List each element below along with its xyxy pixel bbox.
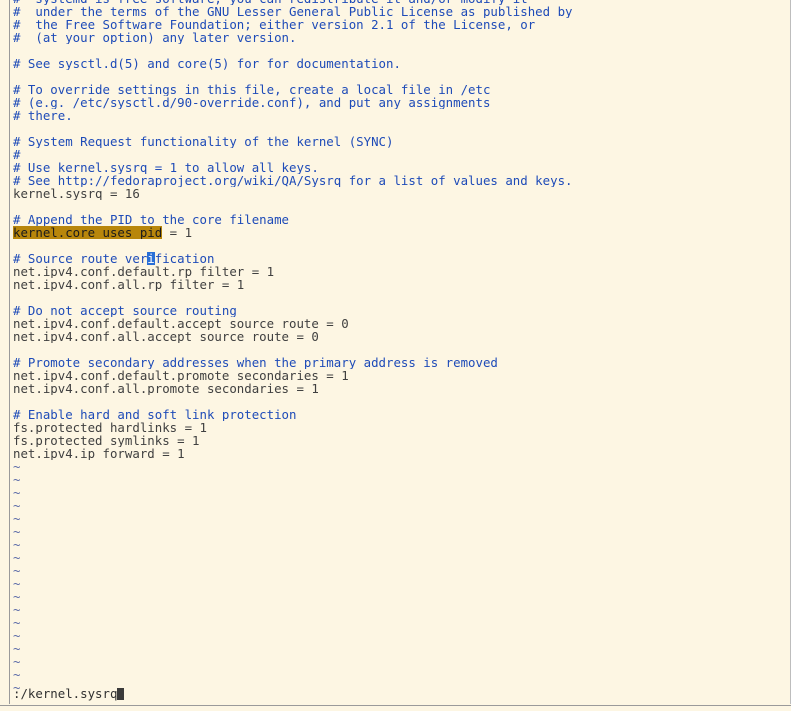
- vim-editor-buffer[interactable]: # systemd is free software; you can redi…: [13, 0, 788, 694]
- empty-buffer-tilde: ~: [13, 499, 21, 512]
- empty-buffer-tilde: ~: [13, 603, 21, 616]
- config-line[interactable]: net.ipv4.conf.default.promote_secondarie…: [13, 369, 788, 382]
- comment-line[interactable]: # there.: [13, 109, 788, 122]
- blank-line[interactable]: [13, 291, 788, 304]
- empty-buffer-tilde: ~: [13, 525, 21, 538]
- text-after-cursor: fication: [154, 252, 215, 265]
- comment-line[interactable]: # See sysctl.d(5) and core(5) for for do…: [13, 57, 788, 70]
- config-line[interactable]: kernel.sysrq = 16: [13, 187, 788, 200]
- comment-line[interactable]: # Do not accept source routing: [13, 304, 788, 317]
- comment-line[interactable]: # See http://fedoraproject.org/wiki/QA/S…: [13, 174, 788, 187]
- empty-buffer-tilde: ~: [13, 538, 21, 551]
- blank-line[interactable]: [13, 343, 788, 356]
- comment-line[interactable]: # To override settings in this file, cre…: [13, 83, 788, 96]
- empty-buffer-tilde: ~: [13, 577, 21, 590]
- config-line[interactable]: fs.protected_hardlinks = 1: [13, 421, 788, 434]
- command-text: :/kernel.sysrq: [13, 686, 118, 701]
- config-line[interactable]: net.ipv4.conf.all.promote_secondaries = …: [13, 382, 788, 395]
- comment-line[interactable]: # (e.g. /etc/sysctl.d/90-override.conf),…: [13, 96, 788, 109]
- empty-buffer-tilde: ~: [13, 655, 21, 668]
- empty-buffer-tilde: ~: [13, 668, 21, 681]
- blank-line[interactable]: [13, 395, 788, 408]
- config-line-search-match[interactable]: kernel.core_uses_pid = 1: [13, 226, 788, 239]
- comment-line[interactable]: # Append the PID to the core filename: [13, 213, 788, 226]
- comment-line[interactable]: # the Free Software Foundation; either v…: [13, 18, 788, 31]
- blank-line[interactable]: [13, 70, 788, 83]
- empty-buffer-tilde: ~: [13, 681, 21, 694]
- empty-buffer-tilde: ~: [13, 642, 21, 655]
- empty-buffer-tilde: ~: [13, 512, 21, 525]
- empty-buffer-tilde: ~: [13, 486, 21, 499]
- window-bottom-border: [0, 705, 791, 706]
- comment-line[interactable]: # under the terms of the GNU Lesser Gene…: [13, 5, 788, 18]
- comment-line[interactable]: # (at your option) any later version.: [13, 31, 788, 44]
- comment-line-with-cursor[interactable]: # Source route verification: [13, 252, 788, 265]
- blank-line[interactable]: [13, 200, 788, 213]
- config-line[interactable]: net.ipv4.conf.all.accept_source_route = …: [13, 330, 788, 343]
- window-left-border: [9, 0, 10, 704]
- blank-line[interactable]: [13, 239, 788, 252]
- config-line[interactable]: net.ipv4.ip_forward = 1: [13, 447, 788, 460]
- config-line[interactable]: net.ipv4.conf.all.rp_filter = 1: [13, 278, 788, 291]
- empty-buffer-tilde: ~: [13, 460, 21, 473]
- vim-command-line[interactable]: :/kernel.sysrq: [13, 686, 125, 701]
- text-cursor: i: [147, 252, 155, 265]
- comment-line[interactable]: # Enable hard and soft link protection: [13, 408, 788, 421]
- empty-buffer-tilde: ~: [13, 551, 21, 564]
- empty-buffer-tilde: ~: [13, 629, 21, 642]
- config-line[interactable]: fs.protected_symlinks = 1: [13, 434, 788, 447]
- config-line[interactable]: net.ipv4.conf.default.accept_source_rout…: [13, 317, 788, 330]
- blank-line[interactable]: [13, 44, 788, 57]
- comment-line[interactable]: # Promote secondary addresses when the p…: [13, 356, 788, 369]
- comment-line[interactable]: #: [13, 148, 788, 161]
- comment-line[interactable]: # Use kernel.sysrq = 1 to allow all keys…: [13, 161, 788, 174]
- empty-buffer-tilde: ~: [13, 473, 21, 486]
- comment-line[interactable]: # System Request functionality of the ke…: [13, 135, 788, 148]
- empty-buffer-tilde: ~: [13, 564, 21, 577]
- command-cursor: [117, 688, 125, 700]
- search-match-highlight: kernel.core_uses_pid: [13, 226, 163, 239]
- blank-line[interactable]: [13, 122, 788, 135]
- empty-buffer-tilde: ~: [13, 616, 21, 629]
- text-before-cursor: # Source route ver: [13, 252, 148, 265]
- config-value: = 1: [162, 226, 193, 239]
- config-line[interactable]: net.ipv4.conf.default.rp_filter = 1: [13, 265, 788, 278]
- empty-buffer-tilde: ~: [13, 590, 21, 603]
